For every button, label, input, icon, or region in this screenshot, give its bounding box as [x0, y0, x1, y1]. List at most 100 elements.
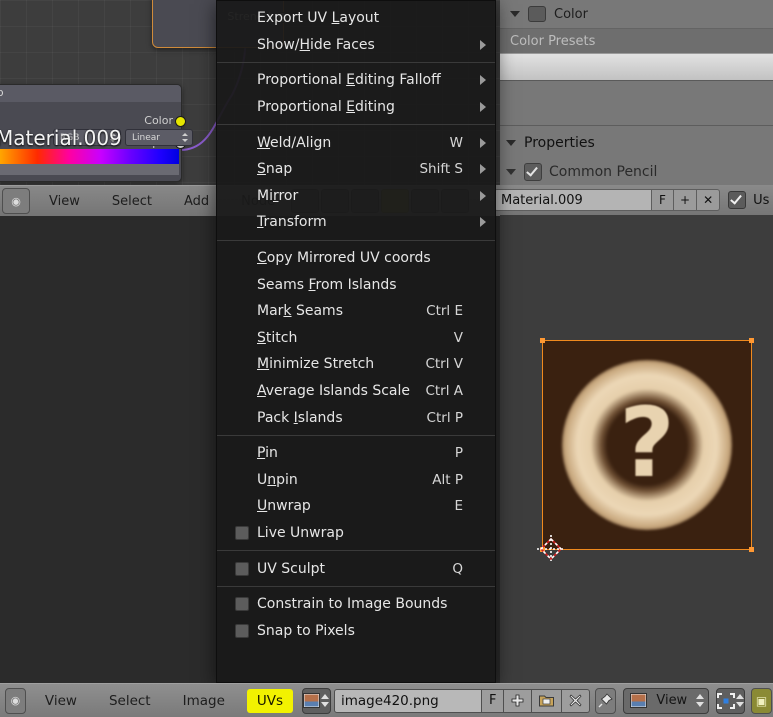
menu-item-label: Unwrap — [257, 498, 311, 515]
common-pencil-label: Common Pencil — [549, 164, 658, 180]
image-name-field[interactable]: image420.png — [333, 688, 482, 713]
image-browse-spinner[interactable] — [321, 690, 330, 712]
node-menu-select[interactable]: Select — [96, 194, 168, 209]
menu-item-label: Proportional Editing — [257, 99, 395, 116]
menu-separator — [217, 585, 495, 587]
menu-item-label: Transform — [257, 214, 327, 231]
colorramp-interpolation-dropdown[interactable]: Linear — [125, 129, 193, 146]
menu-item-shortcut: Shift S — [419, 161, 463, 178]
menu-item-live-unwrap[interactable]: Live Unwrap — [217, 520, 495, 547]
menu-item-mirror[interactable]: Mirror — [217, 183, 495, 210]
menu-item-unpin[interactable]: Unpin Alt P — [217, 467, 495, 494]
common-pencil-row[interactable]: Common Pencil — [500, 160, 773, 184]
close-icon — [569, 694, 582, 707]
properties-label: Properties — [524, 135, 595, 151]
material-fake-user-button[interactable]: F — [652, 189, 674, 211]
menu-item-label: Mirror — [257, 187, 299, 204]
colorramp-gradient[interactable] — [0, 149, 179, 164]
menu-item-label: Pin — [257, 445, 278, 462]
uvs-dropdown-menu[interactable]: Export UV Layout Show/Hide Faces Proportio… — [216, 0, 496, 683]
checkbox-icon[interactable] — [235, 597, 249, 612]
material-use-label: Us — [753, 192, 770, 208]
uv-corner-handle[interactable] — [749, 338, 754, 343]
menu-item-snap[interactable]: Snap Shift S — [217, 156, 495, 183]
image-menu-select[interactable]: Select — [93, 693, 167, 709]
node-menu-view[interactable]: View — [33, 194, 96, 209]
menu-item-proportional-editing[interactable]: Proportional Editing — [217, 94, 495, 121]
menu-item-show-hide-faces[interactable]: Show/Hide Faces — [217, 32, 495, 59]
chevron-down-icon[interactable] — [506, 140, 516, 146]
menu-item-label: Average Islands Scale — [257, 383, 411, 400]
menu-item-minimize-stretch[interactable]: Minimize Stretch Ctrl V — [217, 351, 495, 378]
menu-item-weld-align[interactable]: Weld/Align W — [217, 129, 495, 156]
image-open-button[interactable] — [532, 688, 563, 713]
properties-section[interactable]: Properties — [500, 126, 773, 160]
menu-item-label: Show/Hide Faces — [257, 36, 375, 53]
color-row[interactable]: Color — [500, 0, 773, 29]
image-browse-group[interactable] — [302, 687, 331, 714]
menu-item-label: Seams From Islands — [257, 276, 397, 293]
uv-image-editor-canvas[interactable]: ? — [500, 215, 773, 683]
open-folder-icon — [539, 695, 555, 707]
properties-gap — [500, 81, 773, 126]
checkbox-icon[interactable] — [235, 525, 249, 540]
use-nodes-checkbox[interactable] — [728, 191, 747, 209]
socket-color-icon[interactable] — [175, 116, 186, 127]
menu-item-snap-to-pixels[interactable]: Snap to Pixels — [217, 617, 495, 644]
menu-item-constrain-to-image-bounds[interactable]: Constrain to Image Bounds — [217, 591, 495, 618]
menu-item-shortcut: E — [454, 498, 463, 515]
menu-item-average-islands-scale[interactable]: Average Islands Scale Ctrl A — [217, 378, 495, 405]
uv-view-mode-group[interactable]: View — [623, 687, 710, 714]
material-unlink-button[interactable]: ✕ — [697, 189, 721, 211]
uv-image[interactable]: ? — [540, 338, 754, 552]
image-menu-uvs[interactable]: UVs — [246, 688, 294, 713]
menu-item-stitch[interactable]: Stitch V — [217, 325, 495, 352]
material-use-toggle[interactable]: Us — [728, 191, 769, 209]
color-swatch[interactable] — [528, 6, 546, 22]
uv-sync-button[interactable]: ▣ — [751, 687, 773, 714]
checkbox-icon[interactable] — [235, 623, 249, 638]
menu-item-label: Constrain to Image Bounds — [257, 596, 448, 613]
chevron-down-icon[interactable] — [510, 11, 520, 17]
image-pin-button[interactable] — [595, 687, 617, 714]
image-menu-view[interactable]: View — [29, 693, 93, 709]
menu-item-unwrap[interactable]: Unwrap E — [217, 493, 495, 520]
image-unlink-button[interactable] — [562, 688, 591, 713]
uv-corner-handle[interactable] — [540, 338, 545, 343]
menu-item-proportional-editing-falloff[interactable]: Proportional Editing Falloff — [217, 67, 495, 94]
menu-item-pack-islands[interactable]: Pack Islands Ctrl P — [217, 404, 495, 431]
pivot-spinner[interactable] — [735, 690, 744, 712]
menu-item-export-uv-layout[interactable]: Export UV Layout — [217, 5, 495, 32]
2d-cursor-icon[interactable] — [531, 529, 571, 569]
menu-item-label: Export UV Layout — [257, 10, 380, 27]
chevron-down-icon[interactable] — [506, 169, 516, 175]
chevron-right-icon — [480, 217, 486, 228]
image-menu-image[interactable]: Image — [167, 693, 241, 709]
material-new-button[interactable]: + — [674, 189, 698, 211]
colorramp-node-title: ColorRamp — [0, 85, 181, 102]
checkbox-icon[interactable] — [235, 561, 249, 576]
colorramp-interpolation-value: Linear — [132, 132, 160, 143]
image-new-button[interactable] — [504, 688, 533, 713]
uv-view-mode-spinner[interactable] — [693, 690, 706, 712]
image-datablock-icon[interactable] — [303, 690, 321, 712]
editor-type-selector[interactable]: ◉ — [2, 188, 30, 214]
material-name-field[interactable]: Material.009 — [494, 189, 652, 211]
image-fake-user-button[interactable]: F — [481, 688, 505, 713]
uv-corner-handle[interactable] — [749, 547, 754, 552]
menu-item-label: Live Unwrap — [257, 524, 344, 541]
editor-type-selector[interactable]: ◉ — [5, 687, 26, 714]
chevron-right-icon — [480, 190, 486, 201]
colorramp-bottom-strip — [0, 164, 179, 175]
color-preset-strip[interactable] — [500, 53, 773, 81]
menu-item-transform[interactable]: Transform — [217, 209, 495, 236]
pivot-center-icon[interactable] — [717, 690, 736, 712]
common-pencil-checkbox[interactable] — [524, 163, 542, 181]
menu-item-pin[interactable]: Pin P — [217, 440, 495, 467]
menu-item-uv-sculpt[interactable]: UV Sculpt Q — [217, 555, 495, 582]
menu-item-copy-mirrored-uv-coords[interactable]: Copy Mirrored UV coords — [217, 245, 495, 272]
view-mode-icon[interactable] — [626, 690, 650, 712]
pivot-group[interactable] — [716, 687, 746, 714]
menu-item-seams-from-islands[interactable]: Seams From Islands — [217, 271, 495, 298]
menu-item-mark-seams[interactable]: Mark Seams Ctrl E — [217, 298, 495, 325]
